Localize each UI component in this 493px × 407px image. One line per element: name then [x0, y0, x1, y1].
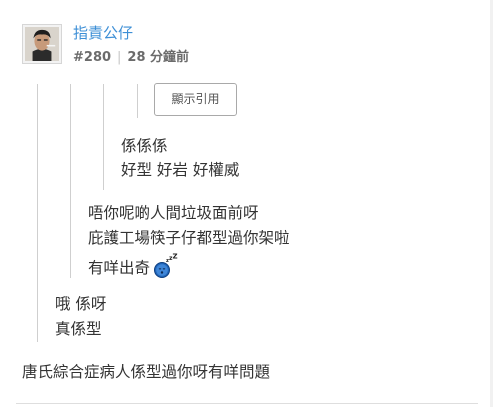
quote-level1-line: 真係型	[55, 320, 102, 338]
svg-text:Z: Z	[173, 253, 178, 261]
quote-level2-line: 庇護工場筷子仔都型過你架啦	[88, 229, 290, 247]
sleeping-emoji-icon: z z Z	[152, 253, 178, 279]
quote-line-level3	[103, 84, 104, 190]
username-link[interactable]: 指責公仔	[73, 23, 133, 43]
post-time: 28 分鐘前	[127, 50, 190, 65]
reply-text: 唐氏綜合症病人係型過你呀有咩問題	[22, 363, 271, 381]
quote-level2-line-with-emoji: 有咩出奇 z z Z	[88, 253, 178, 279]
avatar[interactable]	[22, 24, 62, 64]
quote-level2-line: 唔你呢啲人間垃圾面前呀	[88, 204, 259, 222]
avatar-photo-icon	[25, 27, 59, 61]
post-number: #280	[73, 50, 112, 65]
post-divider	[16, 403, 478, 404]
show-quote-button[interactable]: 顯示引用	[154, 83, 237, 116]
post-meta: #280 | 28 分鐘前	[73, 49, 189, 67]
quote-line-level2	[70, 84, 71, 278]
quote-level3-line: 係係係	[121, 137, 168, 155]
meta-separator: |	[117, 50, 122, 65]
quote-line-level1	[37, 84, 38, 342]
quote-line-level4	[137, 84, 138, 118]
quote-level3-line: 好型 好岩 好權威	[121, 161, 240, 179]
quote-level1-line: 哦 係呀	[55, 295, 107, 313]
quote-level2-text: 有咩出奇	[88, 259, 151, 277]
forum-post: 指責公仔 #280 | 28 分鐘前 顯示引用 係係係 好型 好岩 好權威 唔你呢啲…	[0, 0, 493, 407]
